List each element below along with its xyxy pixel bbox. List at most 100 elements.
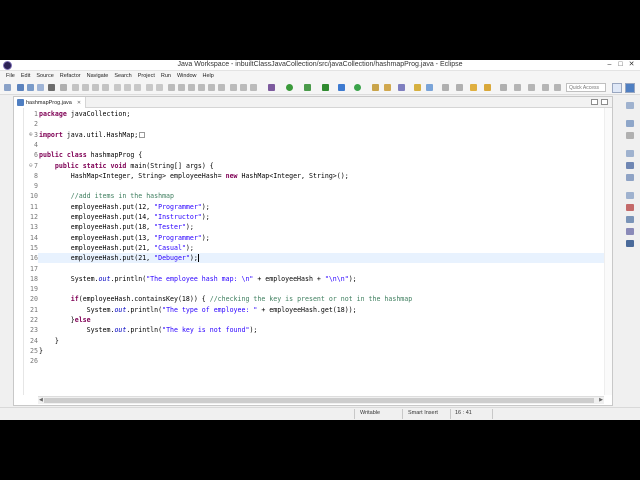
- toolbar-icon[interactable]: [542, 84, 549, 91]
- toolbar-icon[interactable]: [178, 84, 185, 91]
- new-java-class-icon[interactable]: [354, 84, 361, 91]
- toolbar-icon[interactable]: [168, 84, 175, 91]
- new-file-icon[interactable]: [4, 84, 11, 91]
- restore-icon[interactable]: [626, 150, 634, 157]
- scroll-right-icon[interactable]: ▶: [599, 397, 603, 404]
- close-icon[interactable]: ✕: [626, 60, 637, 70]
- toolbar-icon[interactable]: [198, 84, 205, 91]
- open-type-icon[interactable]: [372, 84, 379, 91]
- code-line[interactable]: System.out.println("The key is not found…: [38, 325, 610, 335]
- collapse-fold-icon[interactable]: ⊖: [29, 161, 36, 171]
- use-step-filters-icon[interactable]: [156, 84, 163, 91]
- debug-icon[interactable]: [268, 84, 275, 91]
- code-line[interactable]: }else: [38, 315, 610, 325]
- toggle-icon[interactable]: [48, 84, 55, 91]
- menu-edit[interactable]: Edit: [18, 71, 33, 81]
- code-editor[interactable]: package javaCollection; import java.util.…: [38, 108, 610, 395]
- code-line[interactable]: import java.util.HashMap;: [38, 130, 610, 140]
- menu-file[interactable]: File: [3, 71, 18, 81]
- tab-hashmapprog[interactable]: hashmapProg.java ✕: [14, 97, 86, 108]
- minimize-view-icon[interactable]: [591, 99, 598, 105]
- code-line[interactable]: }: [38, 336, 610, 346]
- problems-icon[interactable]: [626, 204, 634, 211]
- close-tab-icon[interactable]: ✕: [77, 100, 81, 106]
- last-edit-location-icon[interactable]: [470, 84, 477, 91]
- back-icon[interactable]: [484, 84, 491, 91]
- step-over-icon[interactable]: [124, 84, 131, 91]
- code-line[interactable]: [38, 356, 610, 366]
- toolbar-icon[interactable]: [514, 84, 521, 91]
- code-line[interactable]: employeeHash.put(14, "Instructor");: [38, 212, 610, 222]
- menu-navigate[interactable]: Navigate: [84, 71, 112, 81]
- code-line[interactable]: employeeHash.put(12, "Programmer");: [38, 202, 610, 212]
- menu-project[interactable]: Project: [135, 71, 158, 81]
- menu-run[interactable]: Run: [158, 71, 174, 81]
- menu-help[interactable]: Help: [200, 71, 217, 81]
- hierarchy-icon[interactable]: [626, 174, 634, 181]
- declaration-icon[interactable]: [626, 228, 634, 235]
- code-line[interactable]: System.out.println("The type of employee…: [38, 305, 610, 315]
- horizontal-scrollbar[interactable]: ◀ ▶: [38, 396, 604, 404]
- outline-icon[interactable]: [626, 132, 634, 139]
- package-explorer-icon[interactable]: [626, 120, 634, 127]
- code-line[interactable]: public class hashmapProg {: [38, 150, 610, 160]
- task-list-icon[interactable]: [626, 162, 634, 169]
- step-into-icon[interactable]: [114, 84, 121, 91]
- javadoc-icon[interactable]: [626, 216, 634, 223]
- menu-search[interactable]: Search: [111, 71, 134, 81]
- next-annotation-icon[interactable]: [442, 84, 449, 91]
- code-line[interactable]: [38, 284, 610, 294]
- toolbar-icon[interactable]: [250, 84, 257, 91]
- overview-ruler[interactable]: [604, 108, 612, 395]
- disconnect-icon[interactable]: [102, 84, 109, 91]
- scroll-left-icon[interactable]: ◀: [39, 397, 43, 404]
- toolbar-icon[interactable]: [188, 84, 195, 91]
- mark-occurrences-icon[interactable]: [426, 84, 433, 91]
- step-return-icon[interactable]: [134, 84, 141, 91]
- code-line[interactable]: employeeHash.put(21, "Casual");: [38, 243, 610, 253]
- terminate-icon[interactable]: [92, 84, 99, 91]
- toolbar-icon[interactable]: [208, 84, 215, 91]
- scrollbar-thumb[interactable]: [44, 398, 594, 403]
- code-line[interactable]: [38, 140, 610, 150]
- java-perspective-icon[interactable]: [625, 83, 635, 93]
- code-line[interactable]: HashMap<Integer, String> employeeHash= n…: [38, 171, 610, 181]
- forward-icon[interactable]: [500, 84, 507, 91]
- search-icon[interactable]: [398, 84, 405, 91]
- open-perspective-icon[interactable]: [612, 83, 622, 93]
- code-line[interactable]: package javaCollection;: [38, 109, 610, 119]
- save-icon[interactable]: [17, 84, 24, 91]
- suspend-icon[interactable]: [82, 84, 89, 91]
- menu-source[interactable]: Source: [33, 71, 56, 81]
- quick-access-field[interactable]: Quick Access: [566, 83, 606, 92]
- run-icon[interactable]: [286, 84, 293, 91]
- minimize-icon[interactable]: –: [604, 60, 615, 70]
- maximize-icon[interactable]: □: [615, 60, 626, 70]
- toolbar-icon[interactable]: [240, 84, 247, 91]
- code-line[interactable]: }: [38, 346, 610, 356]
- code-line[interactable]: employeeHash.put(18, "Tester");: [38, 222, 610, 232]
- code-line[interactable]: employeeHash.put(21, "Debuger");: [38, 253, 610, 264]
- annotation-icon[interactable]: [414, 84, 421, 91]
- console-icon[interactable]: [626, 240, 634, 247]
- code-line[interactable]: System.out.println("The employee hash ma…: [38, 274, 610, 284]
- save-all-icon[interactable]: [27, 84, 34, 91]
- print-icon[interactable]: [37, 84, 44, 91]
- run-external-icon[interactable]: [322, 84, 329, 91]
- maximize-view-icon[interactable]: [601, 99, 608, 105]
- skip-breakpoints-icon[interactable]: [60, 84, 67, 91]
- resume-icon[interactable]: [72, 84, 79, 91]
- toolbar-icon[interactable]: [218, 84, 225, 91]
- toolbar-icon[interactable]: [528, 84, 535, 91]
- annotation-ruler[interactable]: [14, 108, 24, 395]
- toolbar-icon[interactable]: [230, 84, 237, 91]
- coverage-icon[interactable]: [304, 84, 311, 91]
- restore-icon[interactable]: [626, 102, 634, 109]
- code-line[interactable]: employeeHash.put(13, "Programmer");: [38, 233, 610, 243]
- drop-to-frame-icon[interactable]: [146, 84, 153, 91]
- code-line[interactable]: if(employeeHash.containsKey(18)) { //che…: [38, 294, 610, 304]
- code-line[interactable]: [38, 264, 610, 274]
- restore-icon[interactable]: [626, 192, 634, 199]
- new-java-project-icon[interactable]: [338, 84, 345, 91]
- code-line[interactable]: [38, 181, 610, 191]
